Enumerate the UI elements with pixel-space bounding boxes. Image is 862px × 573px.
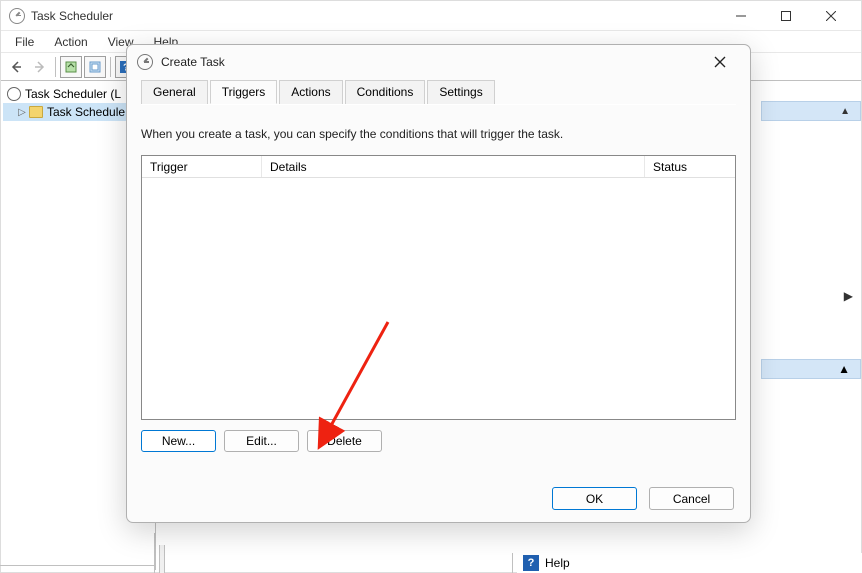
toolbar-separator [55, 57, 56, 77]
delete-button[interactable]: Delete [307, 430, 382, 452]
tabstrip: General Triggers Actions Conditions Sett… [141, 80, 736, 105]
expand-icon[interactable]: ▷ [17, 107, 27, 118]
tab-actions[interactable]: Actions [279, 80, 342, 104]
clock-icon [137, 54, 153, 70]
action-collapse-1[interactable]: ▲ [761, 101, 861, 121]
tree-child-label: Task Schedule [47, 105, 125, 119]
status-mid: ? Help [155, 533, 862, 573]
help-icon: ? [523, 555, 539, 571]
window-title: Task Scheduler [31, 9, 718, 23]
chevron-up-icon: ▲ [838, 362, 850, 376]
maximize-button[interactable] [763, 2, 808, 30]
folder-icon [29, 106, 43, 118]
dialog-titlebar: Create Task [127, 45, 750, 79]
cancel-button[interactable]: Cancel [649, 487, 734, 510]
tab-settings[interactable]: Settings [427, 80, 494, 104]
dialog-title: Create Task [161, 55, 700, 69]
tab-panel: When you create a task, you can specify … [141, 104, 736, 466]
toolbar-separator [110, 57, 111, 77]
tool-icon-2[interactable] [84, 56, 106, 78]
close-button[interactable] [808, 2, 853, 30]
help-label: Help [545, 556, 570, 570]
new-button[interactable]: New... [141, 430, 216, 452]
status-bar: ? Help [0, 533, 862, 573]
action-arrow[interactable]: ▶ [844, 289, 853, 303]
create-task-dialog: Create Task General Triggers Actions Con… [126, 44, 751, 523]
status-left [0, 533, 155, 573]
dialog-body: General Triggers Actions Conditions Sett… [127, 79, 750, 466]
triggers-listview[interactable]: Trigger Details Status [141, 155, 736, 420]
menu-action[interactable]: Action [44, 33, 97, 51]
tab-triggers[interactable]: Triggers [210, 80, 278, 104]
minimize-button[interactable] [718, 2, 763, 30]
tree-root-label: Task Scheduler (L [25, 87, 121, 101]
listview-header: Trigger Details Status [142, 156, 735, 178]
action-collapse-2[interactable]: ▲ [761, 359, 861, 379]
tab-general[interactable]: General [141, 80, 208, 104]
menu-file[interactable]: File [5, 33, 44, 51]
forward-button[interactable] [29, 56, 51, 78]
clock-icon [7, 87, 21, 101]
column-trigger[interactable]: Trigger [142, 156, 262, 177]
splitter[interactable] [159, 545, 165, 573]
back-button[interactable] [5, 56, 27, 78]
button-row: New... Edit... Delete [141, 420, 736, 452]
titlebar: Task Scheduler [1, 1, 861, 31]
column-details[interactable]: Details [262, 156, 645, 177]
edit-button[interactable]: Edit... [224, 430, 299, 452]
dialog-close-button[interactable] [700, 48, 740, 76]
ok-button[interactable]: OK [552, 487, 637, 510]
clock-icon [9, 8, 25, 24]
dialog-footer: OK Cancel [552, 487, 734, 510]
action-strip: ▲ [761, 101, 861, 121]
hint-text: When you create a task, you can specify … [141, 119, 736, 155]
tool-icon-1[interactable] [60, 56, 82, 78]
tab-conditions[interactable]: Conditions [345, 80, 426, 104]
help-row[interactable]: ? Help [517, 553, 862, 573]
column-status[interactable]: Status [645, 156, 735, 177]
chevron-up-icon: ▲ [840, 106, 850, 117]
window-controls [718, 2, 853, 30]
